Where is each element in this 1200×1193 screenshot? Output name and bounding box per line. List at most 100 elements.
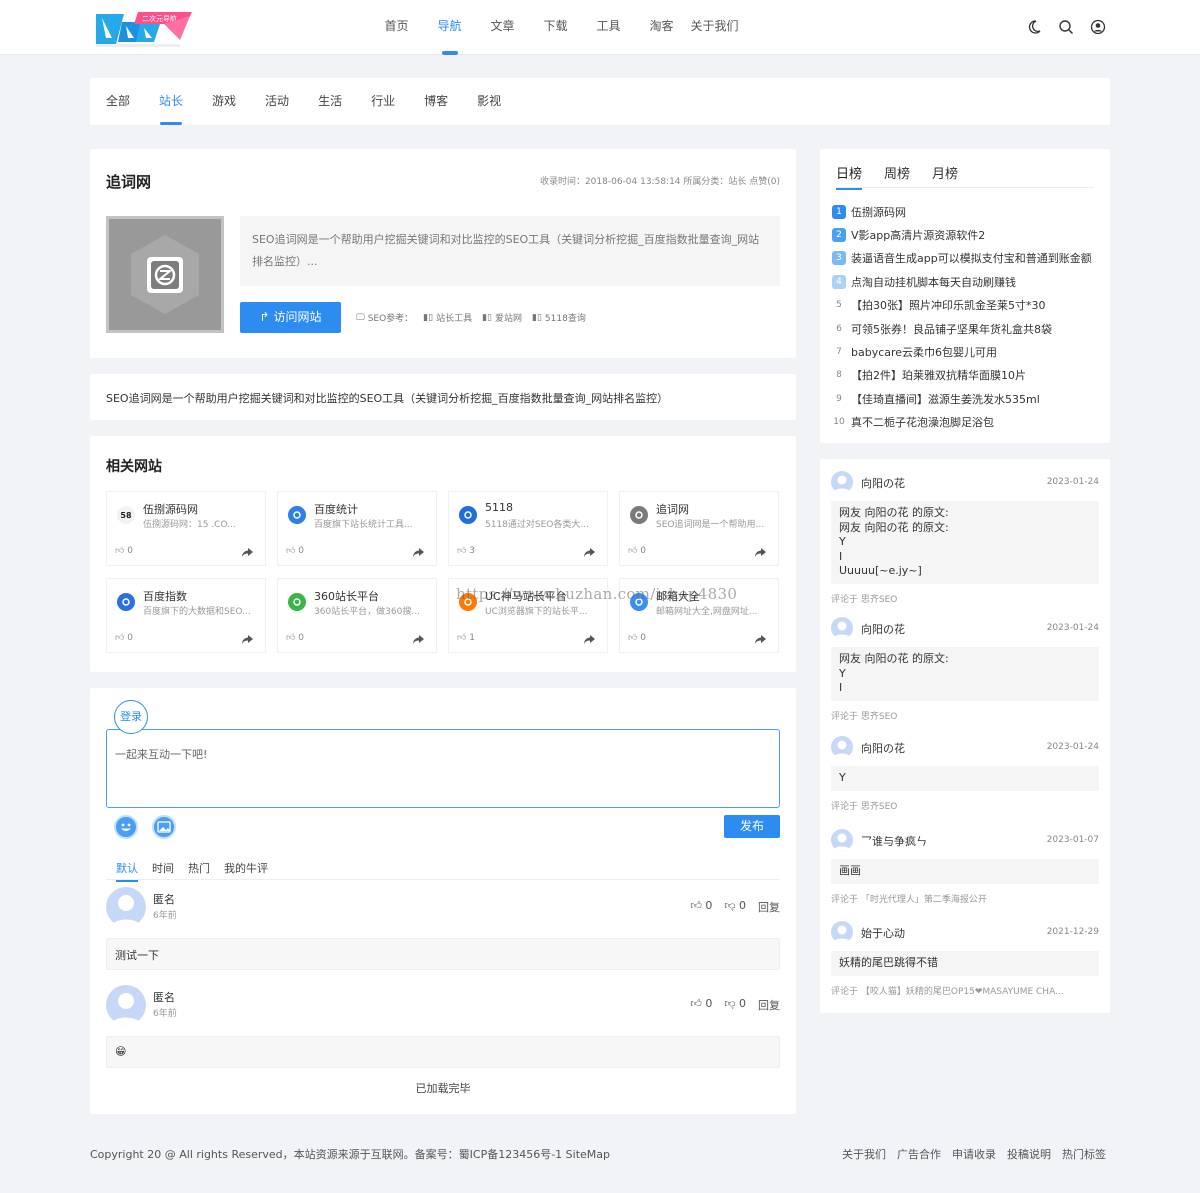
rank-item[interactable]: 9 【佳琦直播间】滋源生姜洗发水535ml — [832, 387, 1098, 410]
category-tab-1[interactable]: 站长 — [159, 78, 183, 125]
like-count[interactable]: 👍︎ 0 — [115, 546, 133, 556]
recent-comment-source[interactable]: 评论于 思齐SEO — [831, 799, 1099, 812]
reply-button[interactable]: 回复 — [758, 997, 780, 1013]
recent-comment-body: 妖精的尾巴跳得不错 — [831, 951, 1099, 976]
site-meta: 收录时间：2018-06-04 13:58:14 所属分类：站长 点赞(0) — [539, 177, 780, 187]
related-site-card[interactable]: 百度指数 百度旗下的大数据和SEO... 👍︎ 0 — [106, 578, 266, 653]
nav-item-1[interactable]: 导航 — [423, 0, 476, 55]
bar-chart-icon: ▮▯ — [482, 312, 492, 323]
share-icon[interactable] — [242, 546, 253, 557]
like-count[interactable]: 👍︎ 1 — [457, 633, 475, 643]
like-count[interactable]: 👍︎ 0 — [286, 546, 304, 556]
rank-item-title: 可领5张券！良品铺子坚果年货礼盒共8袋 — [851, 322, 1052, 336]
seo-reference: 🖵 SEO参考： ▮▯ 站长工具 ▮▯ 爱站网 ▮▯ 5118查询 — [356, 311, 586, 325]
post-comment-button[interactable]: 发布 — [724, 815, 780, 838]
category-tab-4[interactable]: 生活 — [318, 78, 342, 125]
category-tab-2[interactable]: 游戏 — [212, 78, 236, 125]
category-tab-3[interactable]: 活动 — [265, 78, 289, 125]
login-button[interactable]: 登录 — [114, 700, 148, 734]
footer-link-4[interactable]: 热门标签 — [1062, 1146, 1106, 1162]
rank-tab-0[interactable]: 日榜 — [836, 163, 863, 190]
seo-link-aizhan[interactable]: ▮▯ 爱站网 — [482, 311, 522, 325]
seo-link-chinaz[interactable]: ▮▯ 站长工具 — [423, 311, 472, 325]
like-count[interactable]: 👍︎ 3 — [457, 546, 475, 556]
upvote-button[interactable]: 👍︎ 0 — [690, 997, 712, 1013]
seo-link-5118[interactable]: ▮▯ 5118查询 — [532, 311, 586, 325]
like-count[interactable]: 👍︎ 0 — [286, 633, 304, 643]
recent-comment-source[interactable]: 评论于 「时光代理人」第二季海报公开 — [831, 892, 1099, 905]
monitor-icon: 🖵 — [356, 312, 365, 323]
user-icon[interactable] — [1090, 19, 1106, 35]
related-site-card[interactable]: UC神马站长平台 UC浏览器旗下的站长平... 👍︎ 1 — [448, 578, 608, 653]
share-icon[interactable] — [413, 633, 424, 644]
related-site-card[interactable]: 邮箱大全 邮箱网址大全,网盘网址... 👍︎ 0 — [619, 578, 779, 653]
footer-link-0[interactable]: 关于我们 — [842, 1146, 886, 1162]
footer-link-3[interactable]: 投稿说明 — [1007, 1146, 1051, 1162]
recent-comment-source[interactable]: 评论于 思齐SEO — [831, 709, 1099, 722]
rank-number: 8 — [836, 370, 842, 381]
rank-item[interactable]: 2 V影app高清片源资源软件2 — [832, 223, 1098, 246]
rank-item[interactable]: 8 【拍2件】珀莱雅双抗精华面膜10片 — [832, 364, 1098, 387]
related-site-desc: 360站长平台，做360搜... — [314, 607, 420, 617]
related-site-card[interactable]: 追词网 SEO追词网是一个帮助用... 👍︎ 0 — [619, 491, 779, 566]
upvote-count: 0 — [705, 899, 713, 912]
nav-item-2[interactable]: 文章 — [476, 0, 529, 55]
downvote-button[interactable]: 👎︎ 0 — [724, 899, 746, 915]
share-icon[interactable] — [242, 633, 253, 644]
rank-item-title: 【拍30张】照片冲印乐凯金圣莱5寸*30 — [851, 299, 1046, 313]
related-site-card[interactable]: 百度统计 百度旗下站长统计工具... 👍︎ 0 — [277, 491, 437, 566]
nav-item-3[interactable]: 下载 — [529, 0, 582, 55]
thumb-up-icon: 👍︎ — [115, 546, 125, 556]
image-icon[interactable] — [152, 815, 176, 839]
share-icon[interactable] — [755, 633, 766, 644]
footer-link-1[interactable]: 广告合作 — [897, 1146, 941, 1162]
rank-item[interactable]: 10 真不二栀子花泡澡泡脚足浴包 — [832, 411, 1098, 434]
related-site-card[interactable]: 58 伍捌源码网 伍捌源码网：15 .CO... 👍︎ 0 — [106, 491, 266, 566]
nav-item-6[interactable]: 关于我们 — [688, 0, 741, 55]
recent-comments-card: 向阳の花 2023-01-24 网友 向阳の花 的原文: 网友 向阳の花 的原文: Y I… — [820, 459, 1110, 1013]
rank-item[interactable]: 5 【拍30张】照片冲印乐凯金圣莱5寸*30 — [832, 294, 1098, 317]
rank-item[interactable]: 7 babycare云柔巾6包婴儿可用 — [832, 340, 1098, 363]
recent-comment-date: 2023-01-24 — [1046, 742, 1099, 752]
search-icon[interactable] — [1058, 19, 1074, 35]
nav-item-0[interactable]: 首页 — [370, 0, 423, 55]
nav-item-5[interactable]: 淘客 — [635, 0, 688, 55]
share-icon[interactable] — [413, 546, 424, 557]
rank-item[interactable]: 1 伍捌源码网 — [832, 200, 1098, 223]
category-tab-5[interactable]: 行业 — [371, 78, 395, 125]
related-site-card[interactable]: 5118 5118通过对SEO各类大... 👍︎ 3 — [448, 491, 608, 566]
like-count[interactable]: 👍︎ 0 — [628, 546, 646, 556]
site-logo[interactable]: 二次元导航 — [94, 10, 194, 48]
share-icon[interactable] — [584, 633, 595, 644]
reply-button[interactable]: 回复 — [758, 899, 780, 915]
rank-item[interactable]: 3 装逼语音生成app可以模拟支付宝和普通到账金额 — [832, 247, 1098, 270]
upvote-button[interactable]: 👍︎ 0 — [690, 899, 712, 915]
avatar — [106, 887, 146, 927]
recent-comment-source[interactable]: 评论于 【咬人猫】妖精的尾巴OP15❤MASAYUME CHA... — [831, 984, 1099, 997]
like-count[interactable]: 👍︎ 0 — [628, 633, 646, 643]
rank-tab-2[interactable]: 月榜 — [932, 163, 958, 190]
like-count[interactable]: 👍︎ 0 — [115, 633, 133, 643]
category-tab-7[interactable]: 影视 — [477, 78, 501, 125]
category-tab-6[interactable]: 博客 — [424, 78, 448, 125]
emoji-icon[interactable] — [114, 815, 138, 839]
moon-icon[interactable] — [1026, 19, 1042, 35]
related-site-card[interactable]: 360站长平台 360站长平台，做360搜... 👍︎ 0 — [277, 578, 437, 653]
visit-website-label: 访问网站 — [273, 310, 322, 324]
share-icon[interactable] — [755, 546, 766, 557]
rank-item[interactable]: 6 可领5张券！良品铺子坚果年货礼盒共8袋 — [832, 317, 1098, 340]
upvote-count: 0 — [705, 997, 713, 1010]
rank-item[interactable]: 4 点淘自动挂机脚本每天自动刷赚钱 — [832, 270, 1098, 293]
nav-item-4[interactable]: 工具 — [582, 0, 635, 55]
share-icon[interactable] — [584, 546, 595, 557]
category-tab-0[interactable]: 全部 — [106, 78, 130, 125]
downvote-button[interactable]: 👎︎ 0 — [724, 997, 746, 1013]
rank-tab-1[interactable]: 周榜 — [884, 163, 910, 190]
footer-link-2[interactable]: 申请收录 — [952, 1146, 996, 1162]
comment-textarea[interactable]: 一起来互动一下吧! — [106, 729, 780, 808]
visit-website-button[interactable]: ↱ 访问网站 — [240, 302, 341, 333]
recent-comment-line: 妖精的尾巴跳得不错 — [839, 956, 938, 969]
recent-comment-source[interactable]: 评论于 思齐SEO — [831, 592, 1099, 605]
like-value: 3 — [469, 546, 476, 556]
rank-item-title: 【拍2件】珀莱雅双抗精华面膜10片 — [851, 369, 1026, 383]
